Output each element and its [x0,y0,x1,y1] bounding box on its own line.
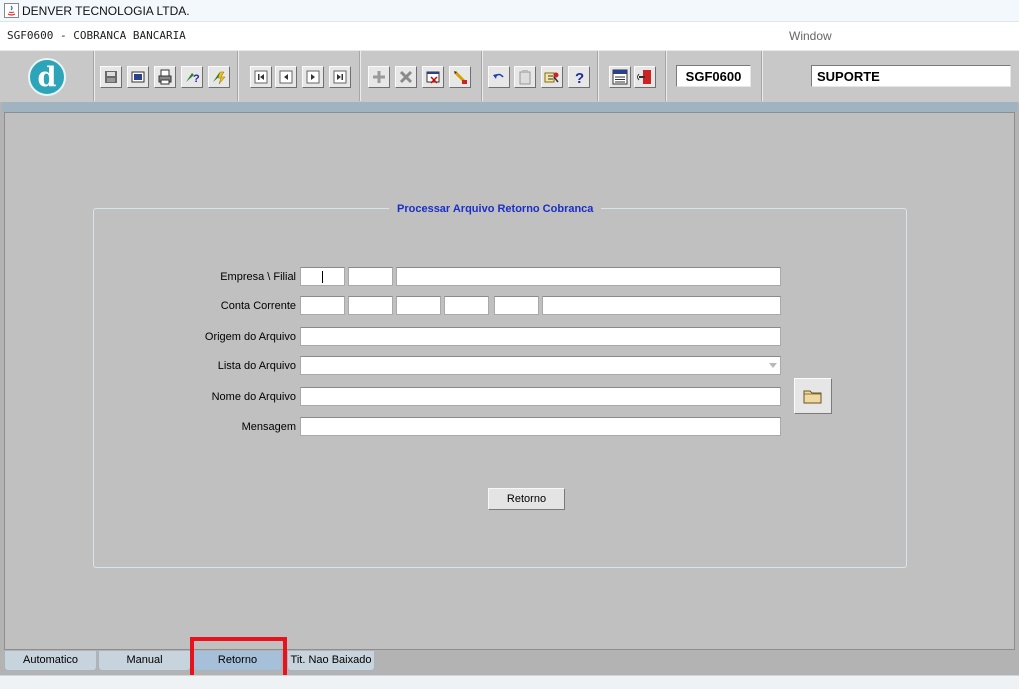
conta-corrente-label: Conta Corrente [220,300,296,312]
toolbar-record-group [360,51,482,101]
lista-arquivo-dropdown[interactable] [300,356,781,375]
tab-manual[interactable]: Manual [98,651,191,671]
browse-folder-button[interactable] [794,378,832,414]
print-button[interactable] [154,66,176,88]
save-icon [105,71,117,83]
user-field: SUPORTE [811,65,1011,87]
first-record-icon [254,70,268,84]
conta-numero-field[interactable] [444,296,489,315]
execute-query-button[interactable] [208,66,230,88]
last-record-button[interactable] [329,66,351,88]
menu-button[interactable] [609,66,631,88]
form-title: SGF0600 - COBRANCA BANCARIA [7,29,186,42]
help-button[interactable]: ? [568,66,590,88]
execute-query-icon [213,71,226,85]
conta-agencia-field[interactable] [348,296,393,315]
conta-agencia-dv-field[interactable] [396,296,441,315]
conta-dv-field[interactable] [494,296,539,315]
tab-automatico[interactable]: Automatico [4,651,97,671]
toolbar-edit-group: ? [482,51,598,101]
origem-arquivo-label: Origem do Arquivo [204,331,296,343]
insert-record-icon [373,71,385,83]
clear-form-icon [426,71,440,84]
toolbar-exit-group [598,51,666,101]
previous-record-button[interactable] [275,66,297,88]
clipboard-icon [519,70,531,85]
clipboard-button[interactable] [514,66,536,88]
empresa-name-field[interactable] [396,267,781,286]
edit-button[interactable] [449,66,471,88]
svg-text:?: ? [575,70,584,85]
edit-icon [453,70,467,84]
frame-title: Processar Arquivo Retorno Cobranca [389,203,602,215]
next-record-icon [306,70,320,84]
canvas-header-strip [2,102,1017,112]
clear-form-button[interactable] [422,66,444,88]
exit-button[interactable] [634,66,656,88]
filial-field[interactable] [348,267,393,286]
key-icon [544,72,559,83]
empresa-filial-label: Empresa \ Filial [220,271,296,283]
save-button[interactable] [100,66,122,88]
exit-icon [637,70,651,84]
nome-arquivo-field[interactable] [300,387,781,406]
insert-record-button[interactable] [368,66,390,88]
delete-record-button[interactable] [395,66,417,88]
query-icon: ? [186,73,200,85]
window-title: DENVER TECNOLOGIA LTDA. [22,4,190,18]
folder-icon [803,390,822,404]
status-bar [0,675,1019,689]
java-app-icon [4,3,19,18]
last-record-icon [333,70,347,84]
company-logo: d [28,58,66,96]
enter-query-button[interactable]: ? [181,66,203,88]
svg-text:?: ? [193,73,200,85]
mensagem-field[interactable] [300,417,781,436]
text-caret [322,271,323,283]
form-code-field: SGF0600 [676,65,751,87]
conta-banco-field[interactable] [300,296,345,315]
menu-icon [612,69,628,85]
print-preview-icon [131,71,145,83]
conta-description-field[interactable] [542,296,781,315]
previous-record-icon [279,70,293,84]
help-icon: ? [575,70,584,85]
mensagem-label: Mensagem [241,421,296,433]
origem-arquivo-field[interactable] [300,327,781,346]
next-record-button[interactable] [302,66,324,88]
toolbar-navigation-group [238,51,360,101]
first-record-button[interactable] [250,66,272,88]
chevron-down-icon[interactable] [769,363,777,368]
printer-icon [158,69,172,85]
empresa-field[interactable] [300,267,345,286]
list-of-values-button[interactable] [541,66,563,88]
delete-record-icon [399,70,413,84]
toolbar-file-group: ? [94,51,238,101]
lista-arquivo-label: Lista do Arquivo [217,360,296,372]
retorno-button[interactable]: Retorno [488,488,565,510]
window-menu[interactable]: Window [789,29,832,43]
undo-button[interactable] [488,66,510,88]
nome-arquivo-label: Nome do Arquivo [211,391,296,403]
print-preview-button[interactable] [127,66,149,88]
undo-icon [493,73,504,79]
tab-tit-nao-baixado[interactable]: Tit. Nao Baixado [287,651,375,671]
